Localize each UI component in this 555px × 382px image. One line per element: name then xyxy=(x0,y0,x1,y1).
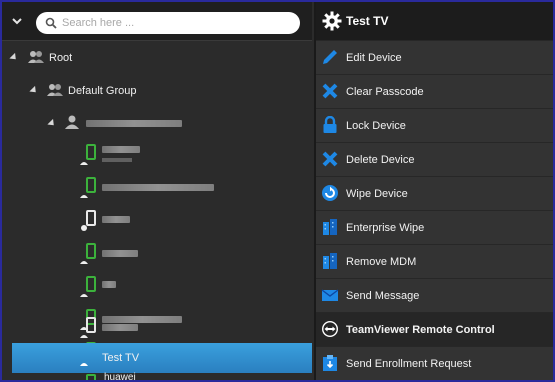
tree-node-label: Default Group xyxy=(68,85,137,97)
tree-node-root[interactable]: Root xyxy=(2,41,312,74)
phone-icon xyxy=(86,317,96,333)
menu-item-label: Enterprise Wipe xyxy=(346,222,425,234)
remove-mdm-icon xyxy=(323,253,337,269)
menu-item-label: TeamViewer Remote Control xyxy=(346,324,495,336)
phone-icon xyxy=(86,177,96,193)
tree-node-user[interactable] xyxy=(2,107,312,140)
android-icon xyxy=(80,195,88,198)
android-icon xyxy=(80,162,88,165)
tree-node-label: Test TV xyxy=(102,352,140,364)
menu-item-label: Wipe Device xyxy=(346,188,408,200)
tree-device-row-selected[interactable]: Test TV xyxy=(12,343,312,373)
wipe-icon xyxy=(322,185,338,201)
phone-icon xyxy=(86,374,96,380)
tree-device-row[interactable] xyxy=(2,173,312,206)
tree-device-row[interactable] xyxy=(2,313,312,346)
lock-icon xyxy=(323,116,337,133)
user-icon xyxy=(65,115,79,129)
redacted-label xyxy=(102,281,116,288)
redacted-label xyxy=(102,146,140,153)
tree-device-row[interactable] xyxy=(2,239,312,272)
expand-triangle-icon[interactable] xyxy=(9,52,19,63)
device-tree-panel: Root Default Group xyxy=(2,2,312,380)
tree-device-row[interactable] xyxy=(2,272,312,305)
expand-triangle-icon[interactable] xyxy=(29,85,39,96)
menu-item-label: Lock Device xyxy=(346,120,406,132)
search-input[interactable] xyxy=(62,15,288,31)
tree-node-label: huawei xyxy=(104,372,136,382)
phone-icon xyxy=(86,144,96,160)
phone-icon xyxy=(86,243,96,259)
app-window: Root Default Group xyxy=(0,0,555,382)
apple-icon xyxy=(81,225,87,231)
phone-icon xyxy=(86,210,96,226)
search-bar xyxy=(2,2,312,41)
tree-node-default-group[interactable]: Default Group xyxy=(2,74,312,107)
menu-item-enterprise-wipe[interactable]: Enterprise Wipe xyxy=(316,210,553,244)
menu-item-label: Edit Device xyxy=(346,52,402,64)
phone-icon xyxy=(86,276,96,292)
device-actions-panel: Test TV Edit Device Clear Passcode Lock … xyxy=(314,2,553,380)
android-icon xyxy=(80,294,88,297)
menu-item-remove-mdm[interactable]: Remove MDM xyxy=(316,244,553,278)
redacted-label xyxy=(102,184,214,191)
enrollment-icon xyxy=(323,355,337,371)
group-icon xyxy=(28,51,44,63)
panel-title: Test TV xyxy=(346,14,389,28)
menu-item-send-message[interactable]: Send Message xyxy=(316,278,553,312)
android-icon xyxy=(80,261,88,264)
tree-device-row[interactable]: huawei xyxy=(2,372,312,382)
enterprise-wipe-icon xyxy=(323,219,337,235)
menu-item-lock-device[interactable]: Lock Device xyxy=(316,108,553,142)
search-box xyxy=(36,12,300,34)
menu-item-delete-device[interactable]: Delete Device xyxy=(316,142,553,176)
x-mark-icon xyxy=(322,151,338,167)
menu-item-label: Send Message xyxy=(346,290,420,302)
panel-header: Test TV xyxy=(316,2,553,40)
gear-icon xyxy=(322,11,342,31)
android-icon xyxy=(80,363,88,366)
android-icon xyxy=(80,335,88,338)
menu-item-wipe-device[interactable]: Wipe Device xyxy=(316,176,553,210)
expand-triangle-icon[interactable] xyxy=(47,118,57,129)
menu-item-label: Send Enrollment Request xyxy=(346,358,472,370)
chevron-down-icon[interactable] xyxy=(11,15,23,27)
menu-item-label: Delete Device xyxy=(346,154,415,166)
group-icon xyxy=(47,84,63,96)
redacted-label xyxy=(102,158,132,162)
envelope-icon xyxy=(321,289,339,301)
menu-item-edit-device[interactable]: Edit Device xyxy=(316,40,553,74)
menu-item-label: Remove MDM xyxy=(346,256,417,268)
tree-device-row[interactable] xyxy=(2,206,312,239)
menu-item-send-enrollment-request[interactable]: Send Enrollment Request xyxy=(316,346,553,380)
redacted-label xyxy=(86,120,182,127)
menu-item-label: Clear Passcode xyxy=(346,86,424,98)
tree-device-row[interactable] xyxy=(2,140,312,173)
redacted-label xyxy=(102,250,138,257)
redacted-label xyxy=(102,324,138,331)
tree-node-label: Root xyxy=(49,52,73,64)
teamviewer-icon xyxy=(322,321,338,337)
redacted-label xyxy=(102,216,130,223)
menu-item-teamviewer-remote-control[interactable]: TeamViewer Remote Control xyxy=(316,312,553,346)
search-icon xyxy=(45,17,57,29)
menu-item-clear-passcode[interactable]: Clear Passcode xyxy=(316,74,553,108)
x-mark-icon xyxy=(322,83,338,99)
pencil-icon xyxy=(323,50,337,64)
